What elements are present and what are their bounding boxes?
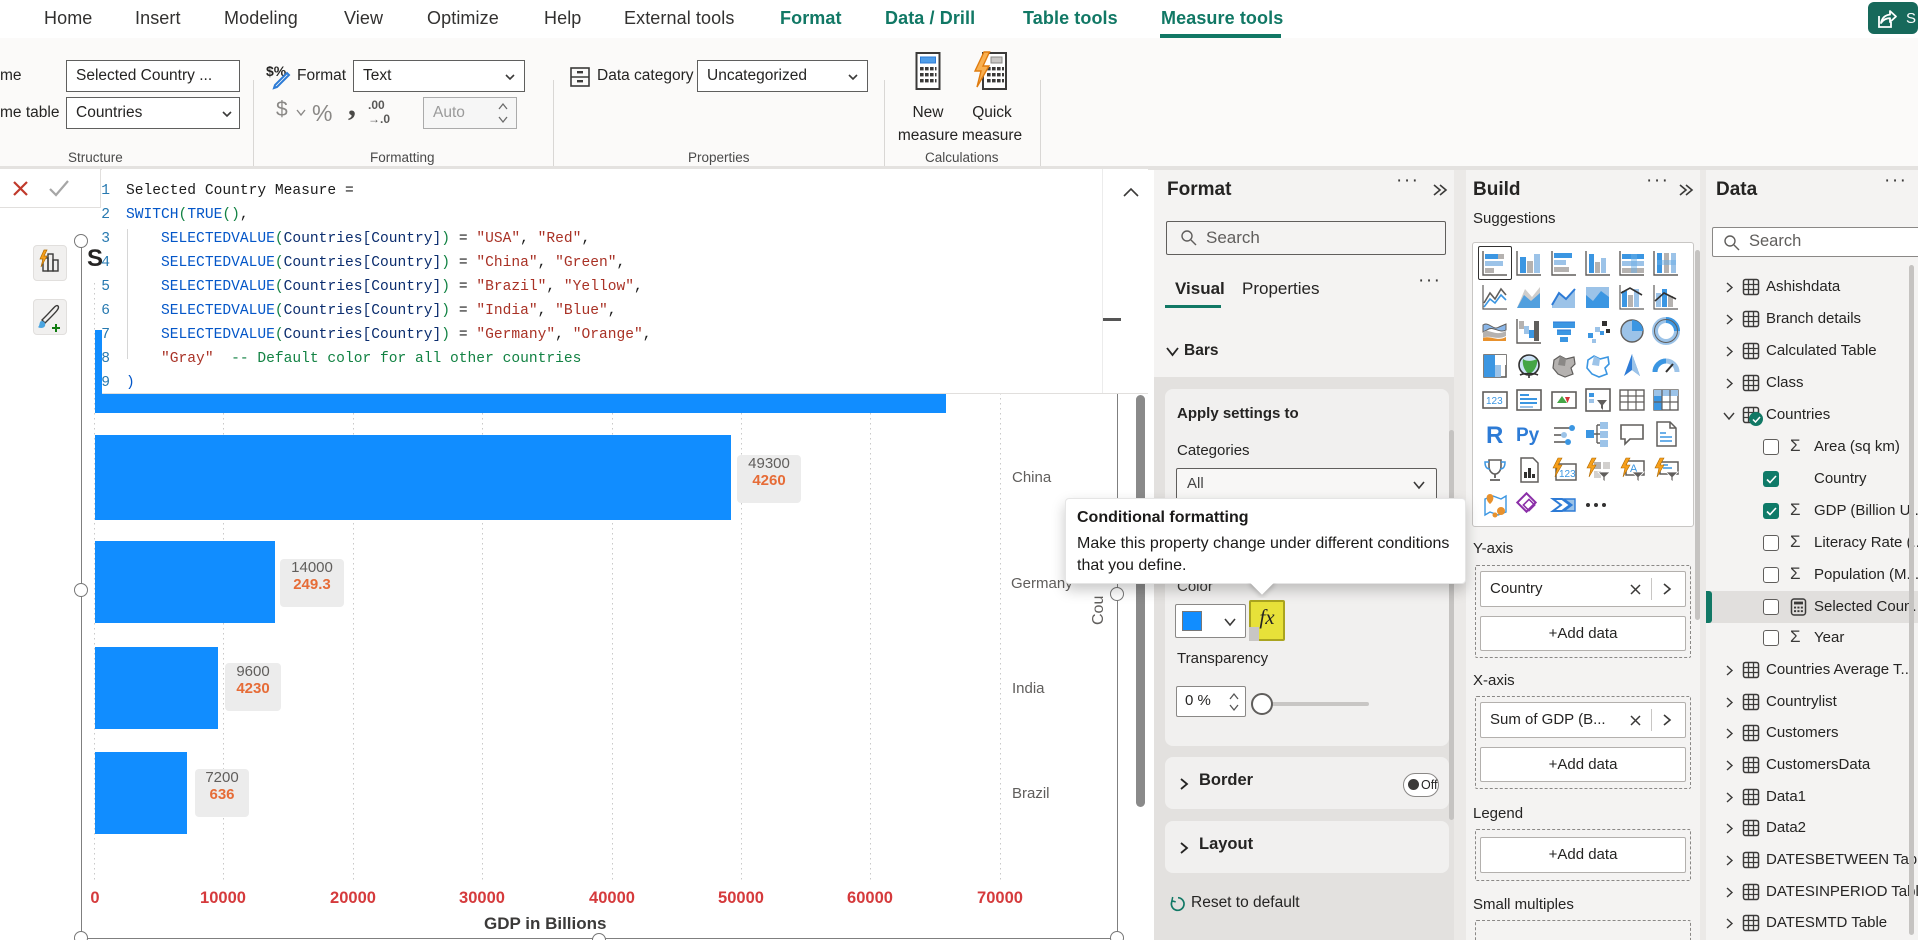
svg-text:Py: Py [1516, 425, 1540, 446]
svg-text:123: 123 [1559, 469, 1576, 480]
svg-text:R: R [1486, 422, 1503, 448]
svg-text:123: 123 [1486, 396, 1503, 407]
